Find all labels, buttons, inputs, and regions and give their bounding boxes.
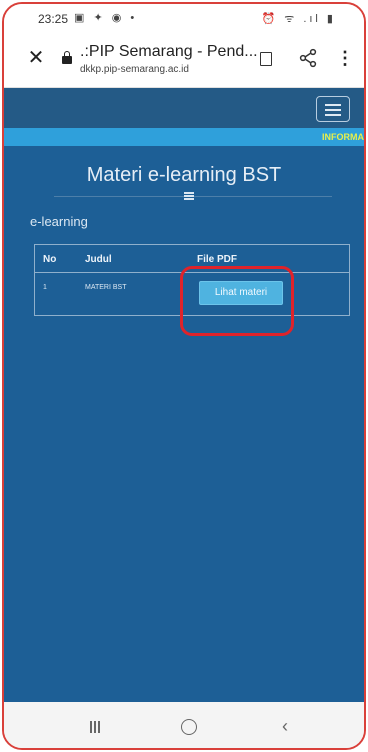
back-icon[interactable]: ‹	[282, 716, 288, 736]
status-bar: 23:25 ▣ ✦ ◉ • ⏰ ᯤ .ıl ▮	[4, 4, 364, 32]
row-number: 1	[43, 284, 47, 291]
hamburger-menu-icon[interactable]	[316, 96, 350, 122]
browser-page-title[interactable]: .:PIP Semarang - Pend...	[80, 43, 258, 61]
home-icon[interactable]	[181, 719, 197, 735]
browser-toolbar: ✕ .:PIP Semarang - Pend... dkkp.pip-sema…	[4, 32, 364, 88]
column-header-judul: Judul	[85, 254, 112, 265]
browser-url[interactable]: dkkp.pip-semarang.ac.id	[80, 64, 189, 75]
site-header	[4, 88, 364, 128]
news-ticker: INFORMA	[4, 128, 364, 146]
webpage-content: INFORMA Materi e-learning BST e-learning…	[4, 88, 364, 702]
column-header-no: No	[43, 254, 57, 265]
row-title: MATERI BST	[85, 284, 127, 291]
system-status-icons: ⏰ ᯤ .ıl ▮	[261, 13, 336, 25]
phone-frame: 23:25 ▣ ✦ ◉ • ⏰ ᯤ .ıl ▮ ✕ .:PIP Semarang…	[2, 2, 366, 750]
lock-icon	[62, 51, 72, 64]
column-header-file-pdf: File PDF	[197, 254, 238, 265]
share-icon[interactable]	[298, 48, 318, 68]
page-title: Materi e-learning BST	[86, 164, 282, 186]
section-label: e-learning	[30, 214, 88, 229]
notification-icons: ▣ ✦ ◉ •	[74, 12, 138, 24]
status-time: 23:25	[38, 12, 69, 26]
recents-icon[interactable]	[88, 720, 102, 734]
more-vert-icon[interactable]: ⋮	[336, 48, 354, 68]
close-icon[interactable]: ✕	[26, 48, 46, 68]
ticker-text[interactable]: INFORMA	[322, 132, 364, 142]
highlight-annotation	[180, 266, 294, 336]
bookmark-icon[interactable]	[260, 52, 272, 66]
list-icon	[184, 192, 194, 200]
android-nav-bar: ‹	[4, 702, 364, 748]
